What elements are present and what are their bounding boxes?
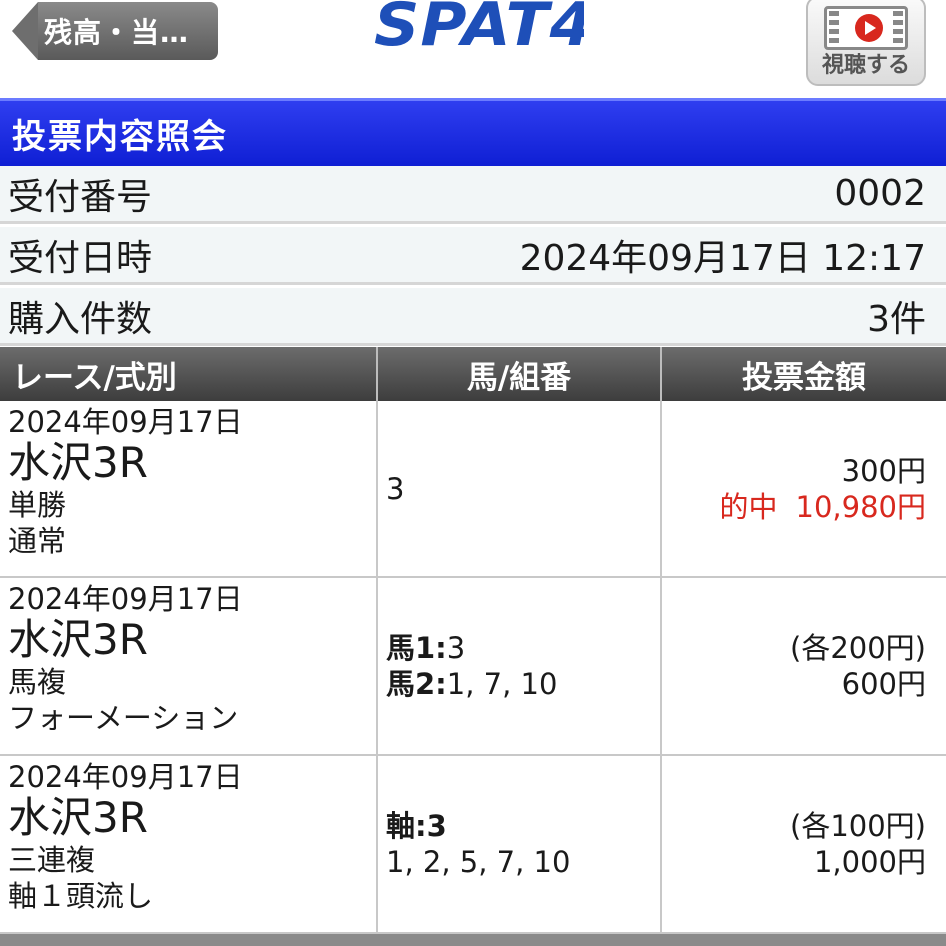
race-cell: 2024年09月17日 水沢3R 馬複 フォーメーション [0,578,378,754]
purchase-count-label: 購入件数 [8,298,153,340]
combination-line: 馬2:1, 7, 10 [386,666,660,702]
purchase-count-value: 3件 [867,298,926,340]
top-bar: 残高・当… SPAT4 視聴する [0,0,946,98]
combination-cell: 馬1:3 馬2:1, 7, 10 [378,578,662,754]
combination-value: 1, 7, 10 [446,667,558,701]
combination-line: 馬1:3 [386,630,660,666]
bet-amount: 300円 [841,453,926,488]
back-arrow-icon [12,2,38,60]
receipt-time-label: 受付日時 [8,237,153,279]
table-row: 2024年09月17日 水沢3R 単勝 通常 3 300円 的中 10,980円 [0,401,946,578]
back-button[interactable]: 残高・当… [12,2,218,60]
header-combination: 馬/組番 [378,347,662,401]
combination-value: 3 [446,631,466,665]
table-row: 2024年09月17日 水沢3R 三連複 軸１頭流し 軸:3 1, 2, 5, … [0,756,946,934]
race-venue: 水沢3R [8,793,148,842]
play-icon [855,14,883,42]
race-date: 2024年09月17日 [8,582,243,616]
bet-method: フォーメーション [8,701,239,735]
bet-amount: 600円 [841,667,926,701]
combination-value: 3 [426,809,447,843]
combination-line: 3 [386,471,660,507]
receipt-time-value: 2024年09月17日 12:17 [519,237,926,279]
hit-label: 的中 [719,489,778,524]
watch-button[interactable]: 視聴する [806,0,926,86]
bet-type: 馬複 [8,665,67,699]
combination-line: 1, 2, 5, 7, 10 [386,844,660,880]
hit-result: 的中 10,980円 [720,489,927,525]
receipt-number-value: 0002 [834,173,926,214]
bet-method: 通常 [8,524,67,558]
race-cell: 2024年09月17日 水沢3R 単勝 通常 [0,401,378,576]
film-icon [824,6,908,50]
header-amount: 投票金額 [742,359,866,396]
race-venue: 水沢3R [8,438,148,487]
bet-method: 軸１頭流し [8,879,154,913]
combination-label: 馬2: [386,667,447,701]
combination-label: 軸: [386,809,427,843]
bet-amount: 1,000円 [813,845,926,879]
race-cell: 2024年09月17日 水沢3R 三連複 軸１頭流し [0,756,378,932]
race-date: 2024年09月17日 [8,760,243,794]
amount-cell: 300円 的中 10,980円 [662,401,946,576]
bets-table-header: レース/式別 馬/組番 投票金額 [0,347,946,401]
amount-cell: (各200円) 600円 [662,578,946,754]
back-button-label: 残高・当… [38,2,218,60]
receipt-number-row: 受付番号 0002 [0,166,946,224]
bet-type: 単勝 [8,488,67,522]
page-title: 投票内容照会 [0,98,946,166]
race-venue: 水沢3R [8,615,148,664]
bottom-divider [0,934,946,946]
bet-amount-each: (各100円) [790,809,926,843]
receipt-number-label: 受付番号 [8,176,153,218]
amount-cell: (各100円) 1,000円 [662,756,946,932]
receipt-time-row: 受付日時 2024年09月17日 12:17 [0,227,946,285]
hit-payout: 10,980円 [795,489,926,524]
combination-label: 馬1: [386,631,447,665]
spat4-logo: SPAT4 [374,0,584,56]
combination-line: 軸:3 [386,808,660,844]
table-row: 2024年09月17日 水沢3R 馬複 フォーメーション 馬1:3 馬2:1, … [0,578,946,756]
combination-cell: 3 [378,401,662,576]
bet-amount-each: (各200円) [790,631,926,665]
combination-cell: 軸:3 1, 2, 5, 7, 10 [378,756,662,932]
race-date: 2024年09月17日 [8,405,243,439]
combination-value: 3 [386,471,405,506]
header-race-type: レース/式別 [0,347,378,401]
combination-value: 1, 2, 5, 7, 10 [386,845,571,879]
purchase-count-row: 購入件数 3件 [0,288,946,346]
bet-type: 三連複 [8,843,96,877]
watch-button-label: 視聴する [821,53,910,78]
